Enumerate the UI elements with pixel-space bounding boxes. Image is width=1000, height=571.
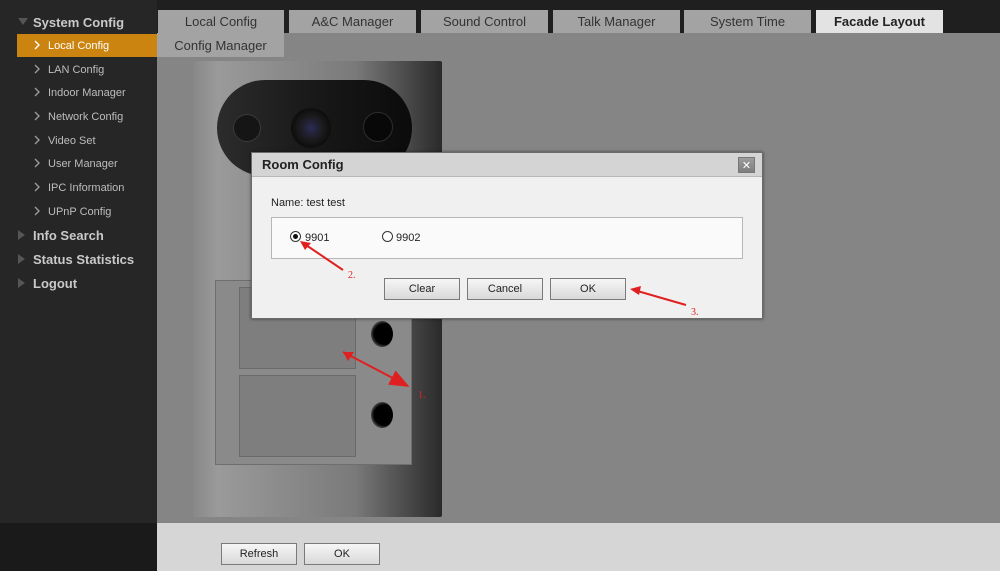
radio-label-9902[interactable]: 9902	[396, 232, 420, 244]
sidebar-item-video-set[interactable]: Video Set	[17, 129, 157, 152]
sidebar-item-local-config[interactable]: Local Config	[17, 34, 157, 57]
room-config-dialog: Room Config ✕ Name: test test 9901 9902 …	[251, 152, 763, 319]
sidebar-item-lan-config[interactable]: LAN Config	[17, 58, 157, 81]
tab-ac-manager[interactable]: A&C Manager	[289, 10, 416, 33]
expand-arrow-icon	[18, 18, 28, 25]
room-options-box: 9901 9902	[271, 217, 743, 259]
annotation-label-3: 3.	[691, 307, 699, 318]
tab-facade-layout[interactable]: Facade Layout	[816, 10, 943, 33]
sidebar-item-network-config[interactable]: Network Config	[17, 105, 157, 128]
dialog-title: Room Config	[262, 157, 344, 172]
call-button-2[interactable]	[371, 402, 393, 428]
room-name-label: Name: test test	[271, 197, 345, 209]
tab-sound-control[interactable]: Sound Control	[421, 10, 548, 33]
sidebar-group-info-search[interactable]: Info Search	[0, 223, 157, 247]
refresh-button[interactable]: Refresh	[221, 543, 297, 565]
dialog-ok-button[interactable]: OK	[550, 278, 626, 300]
annotation-label-1: 1.	[418, 390, 426, 401]
bottom-bar: Refresh OK	[157, 523, 1000, 571]
collapse-arrow-icon	[18, 254, 25, 264]
room-slot-2[interactable]	[239, 375, 356, 457]
radio-label-9901[interactable]: 9901	[305, 232, 329, 244]
chevron-right-icon	[34, 87, 40, 97]
tab-system-time[interactable]: System Time	[684, 10, 811, 33]
close-icon[interactable]: ✕	[738, 157, 755, 173]
chevron-right-icon	[34, 64, 40, 74]
sensor-left	[233, 114, 261, 142]
sidebar-group-logout[interactable]: Logout	[0, 271, 157, 295]
bottom-ok-button[interactable]: OK	[304, 543, 380, 565]
tab-talk-manager[interactable]: Talk Manager	[553, 10, 680, 33]
chevron-right-icon	[34, 158, 40, 168]
tab-config-manager[interactable]: Config Manager	[157, 33, 284, 57]
camera-lens	[291, 108, 331, 148]
chevron-right-icon	[34, 111, 40, 121]
sensor-right	[363, 112, 393, 142]
chevron-right-icon	[34, 135, 40, 145]
sidebar-item-user-manager[interactable]: User Manager	[17, 152, 157, 175]
sidebar-item-ipc-information[interactable]: IPC Information	[17, 176, 157, 199]
call-button-1[interactable]	[371, 321, 393, 347]
chevron-right-icon	[34, 206, 40, 216]
sidebar-group-system-config[interactable]: System Config	[0, 10, 157, 34]
sidebar: System Config Local Config LAN Config In…	[0, 0, 157, 523]
tab-local-config[interactable]: Local Config	[158, 10, 284, 33]
annotation-label-2: 2.	[348, 270, 356, 281]
dialog-title-bar[interactable]: Room Config ✕	[252, 153, 762, 177]
cancel-button[interactable]: Cancel	[467, 278, 543, 300]
sidebar-group-status-statistics[interactable]: Status Statistics	[0, 247, 157, 271]
chevron-right-icon	[34, 182, 40, 192]
chevron-right-icon	[34, 40, 40, 50]
sidebar-item-upnp-config[interactable]: UPnP Config	[17, 200, 157, 223]
sidebar-item-indoor-manager[interactable]: Indoor Manager	[17, 81, 157, 104]
collapse-arrow-icon	[18, 278, 25, 288]
tab-bar: Local Config A&C Manager Sound Control T…	[157, 0, 1000, 33]
collapse-arrow-icon	[18, 230, 25, 240]
radio-9901[interactable]	[290, 231, 301, 242]
clear-button[interactable]: Clear	[384, 278, 460, 300]
radio-9902[interactable]	[382, 231, 393, 242]
